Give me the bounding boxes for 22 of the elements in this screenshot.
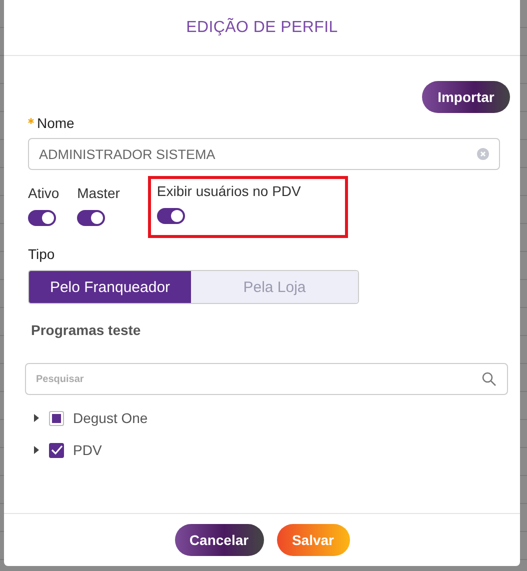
toggle-label: Master bbox=[77, 185, 120, 201]
search-icon[interactable] bbox=[482, 372, 496, 386]
section-title: Programas teste bbox=[31, 322, 142, 338]
field-label: Nome bbox=[37, 115, 74, 131]
name-field[interactable]: ADMINISTRADOR SISTEMA bbox=[28, 138, 500, 170]
tree-item-label[interactable]: Degust One bbox=[73, 410, 148, 426]
tree-item-label[interactable]: PDV bbox=[73, 442, 102, 458]
toggle-switch[interactable] bbox=[77, 210, 106, 226]
search-field[interactable]: Pesquisar bbox=[25, 363, 508, 395]
cancel-button[interactable]: Cancelar bbox=[174, 524, 264, 556]
import-button[interactable]: Importar bbox=[422, 81, 510, 113]
checkbox[interactable] bbox=[49, 410, 64, 426]
toggle-switch[interactable] bbox=[156, 208, 185, 224]
dialog-title: EDIÇÃO DE PERFIL bbox=[186, 18, 338, 36]
toggle-switch[interactable] bbox=[28, 210, 56, 226]
toggle-label: Ativo bbox=[28, 185, 60, 201]
checkbox[interactable] bbox=[49, 442, 64, 458]
segment-tab[interactable]: Pelo Franqueador bbox=[29, 271, 191, 303]
caret-icon[interactable] bbox=[34, 414, 39, 422]
caret-icon[interactable] bbox=[34, 446, 39, 454]
field-label: Tipo bbox=[28, 246, 56, 262]
toggle-label: Exibir usuários no PDV bbox=[156, 183, 302, 199]
